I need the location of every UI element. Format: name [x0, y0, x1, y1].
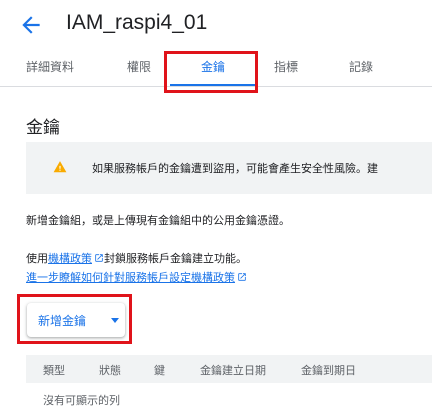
alert-text: 如果服務帳戶的金鑰遭到盜用，可能會產生安全性風險。建	[92, 162, 378, 175]
policy-prefix: 使用	[26, 252, 48, 265]
arrow-back-icon	[22, 16, 40, 34]
active-tab-indicator	[170, 84, 258, 86]
learn-more-link[interactable]: 進一步瞭解如何針對服務帳戶設定機構政策	[26, 271, 235, 284]
org-policy-link[interactable]: 機構政策	[48, 252, 92, 265]
policy-suffix: 封鎖服務帳戶金鑰建立功能。	[104, 252, 247, 265]
policy-line: 使用機構政策 封鎖服務帳戶金鑰建立功能。	[26, 250, 247, 266]
tab-bar: 詳細資料 權限 金鑰 指標 記錄	[0, 50, 432, 87]
add-key-label: 新增金鑰	[38, 314, 87, 328]
column-header-key[interactable]: 鍵	[154, 362, 165, 378]
security-alert: 如果服務帳戶的金鑰遭到盜用，可能會產生安全性風險。建	[26, 142, 432, 194]
caret-down-icon	[111, 318, 119, 323]
column-header-type[interactable]: 類型	[43, 362, 65, 378]
open-in-new-icon	[95, 254, 103, 262]
column-header-created[interactable]: 金鑰建立日期	[200, 362, 266, 378]
warning-icon	[53, 161, 67, 173]
tab-logs[interactable]: 記錄	[349, 50, 373, 86]
tab-details[interactable]: 詳細資料	[26, 50, 74, 86]
description-text: 新增金鑰組，或是上傳現有金鑰組中的公用金鑰憑證。	[26, 214, 290, 227]
open-in-new-icon	[238, 273, 246, 281]
column-header-status[interactable]: 狀態	[99, 362, 121, 378]
learn-more-line: 進一步瞭解如何針對服務帳戶設定機構政策	[26, 269, 247, 285]
page-title: IAM_raspi4_01	[66, 11, 208, 34]
keys-table-header: 類型 狀態 鍵 金鑰建立日期 金鑰到期日	[26, 355, 432, 383]
section-title: 金鑰	[26, 118, 60, 138]
header: IAM_raspi4_01	[0, 0, 432, 50]
column-header-expires[interactable]: 金鑰到期日	[301, 362, 356, 378]
tab-keys[interactable]: 金鑰	[201, 50, 225, 86]
tab-metrics[interactable]: 指標	[274, 50, 298, 86]
back-button[interactable]	[18, 12, 44, 38]
empty-table-message: 沒有可顯示的列	[43, 394, 120, 407]
add-key-button[interactable]: 新增金鑰	[27, 303, 125, 337]
tab-permissions[interactable]: 權限	[127, 50, 151, 86]
